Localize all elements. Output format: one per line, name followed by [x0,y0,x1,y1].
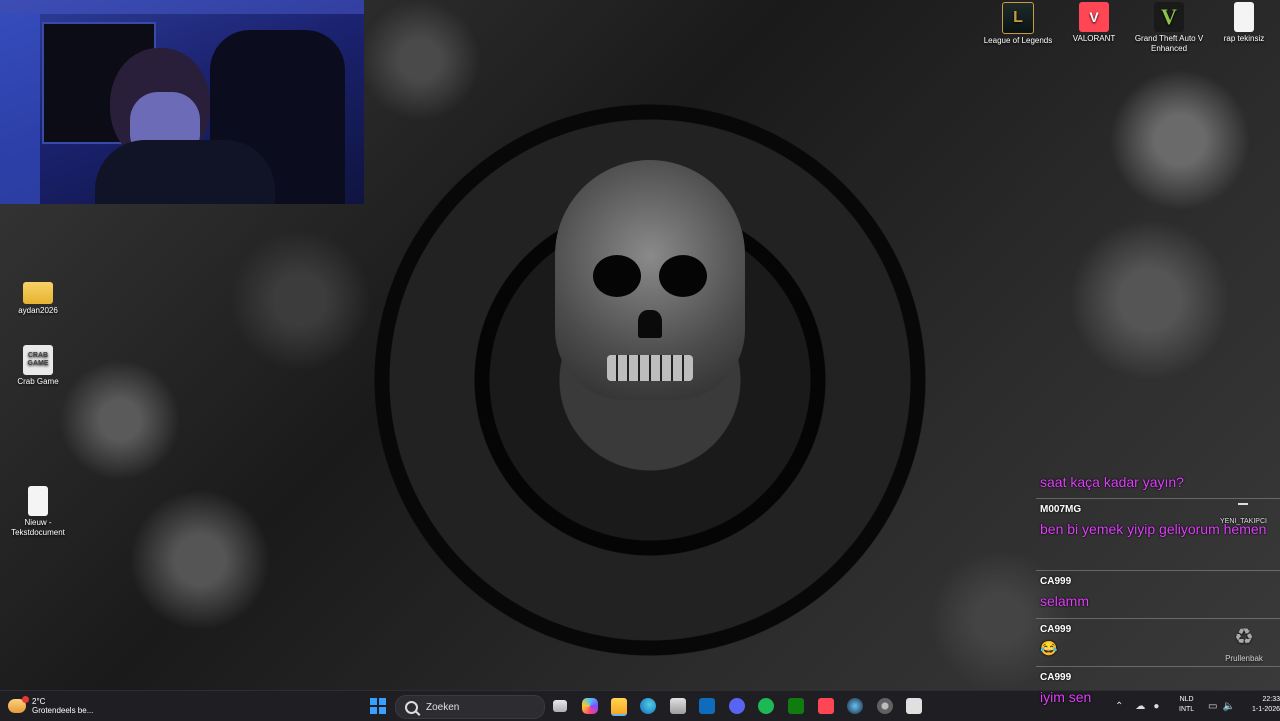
weather-temperature: 2°C [32,697,46,706]
chevron-up-icon[interactable]: ⌃ [1115,701,1123,712]
input-language[interactable]: NLD INTL [1179,695,1194,715]
desktop-icon-aydan2026[interactable]: aydan2026 [2,276,74,316]
desktop-icon-valorant[interactable]: V VALORANT [1058,2,1130,44]
volume-icon: 🔈 [1222,700,1235,712]
league-of-legends-icon: L [1002,2,1034,34]
chat-username: M007MG [1040,504,1082,515]
chat-username: CA999 [1040,576,1072,587]
system-tray: ⌃ ☁ ● [1115,691,1159,721]
weather-icon [8,696,29,713]
skull-artwork [555,160,745,400]
desktop-icon-league-of-legends[interactable]: L League of Legends [982,2,1054,46]
skull-teeth [607,355,693,381]
skull-eye [659,255,707,297]
webcam-shelf [0,0,364,14]
folder-icon [23,282,53,304]
desktop-icon-crab-game[interactable]: CRAB GAME Crab Game [2,345,74,387]
desktop-icon-label: Nieuw - Tekstdocument [11,518,65,537]
settings-icon[interactable] [877,698,893,714]
steam-icon[interactable] [847,698,863,714]
valorant-icon[interactable] [818,698,834,714]
start-button[interactable] [370,698,386,714]
language-code: NLD [1179,696,1194,703]
desktop-icon-rap-tekinsiz[interactable]: rap tekinsiz [1208,2,1280,44]
chat-separator [1036,666,1280,667]
microsoft-store-icon[interactable] [670,698,686,714]
valorant-icon: V [1079,2,1109,32]
chat-message: saat kaça kadar yayın? [1040,474,1184,490]
weather-widget[interactable]: 2°C Grotendeels be... [8,694,93,718]
webcam-overlay [0,0,364,204]
network-icon: ▭ [1208,700,1218,712]
gta-v-icon: V [1154,2,1184,32]
chat-message: iyim sen [1040,689,1092,705]
desktop-icon-label: League of Legends [983,36,1053,45]
chat-message: ben bi yemek yiyip geliyorum hemen [1040,521,1267,537]
chat-separator [1036,618,1280,619]
taskbar-search[interactable]: Zoeken [395,695,545,719]
webcam-wall [0,14,40,204]
outlook-icon[interactable] [699,698,715,714]
weather-text: 2°C Grotendeels be... [32,697,93,715]
chat-username: CA999 [1040,672,1072,683]
copilot-icon[interactable] [582,698,598,714]
text-document-icon [1234,2,1254,32]
spotify-icon[interactable] [758,698,774,714]
keyboard-layout: INTL [1179,706,1195,713]
discord-icon[interactable] [729,698,745,714]
folder-icon[interactable] [611,698,627,716]
weather-description: Grotendeels be... [32,706,94,715]
text-document-icon [28,486,48,516]
quick-settings[interactable]: ▭ 🔈 [1208,691,1235,721]
edge-icon[interactable] [640,698,656,714]
desktop-icon-label: rap tekinsiz [1223,34,1265,43]
desktop-icon-label: aydan2026 [18,306,58,315]
clock-time: 22:33 [1262,696,1280,703]
taskbar-clock[interactable]: 22:33 1-1-2026 [1248,695,1280,715]
search-icon [405,700,418,714]
file-explorer-icon[interactable] [553,700,567,712]
onedrive-icon[interactable]: ☁ [1135,701,1145,712]
chat-separator [1036,498,1280,499]
crab-game-icon[interactable] [906,698,922,714]
stream-chat-overlay: saat kaça kadar yayın? M007MG ben bi yem… [1036,470,1280,686]
crab-game-icon: CRAB GAME [23,345,53,375]
desktop-icon-label: Grand Theft Auto V Enhanced [1134,34,1204,53]
desktop-icon-gta-v[interactable]: V Grand Theft Auto V Enhanced [1133,2,1205,54]
streamer-body [95,140,275,204]
desktop-icon-label: VALORANT [1072,34,1116,43]
chat-message: 😂 [1040,640,1058,656]
chat-message: selamm [1040,593,1090,609]
xbox-icon[interactable] [788,698,804,714]
skull-nose [638,310,662,338]
chat-username: CA999 [1040,624,1072,635]
skull-eye [593,255,641,297]
app-tray-icon[interactable]: ● [1153,701,1159,712]
search-placeholder: Zoeken [426,701,460,713]
desktop-icon-nieuw-tekstdocument[interactable]: Nieuw - Tekstdocument [2,486,74,538]
desktop-icon-label: Crab Game [17,377,59,386]
clock-date: 1-1-2026 [1251,706,1280,713]
chat-separator [1036,570,1280,571]
